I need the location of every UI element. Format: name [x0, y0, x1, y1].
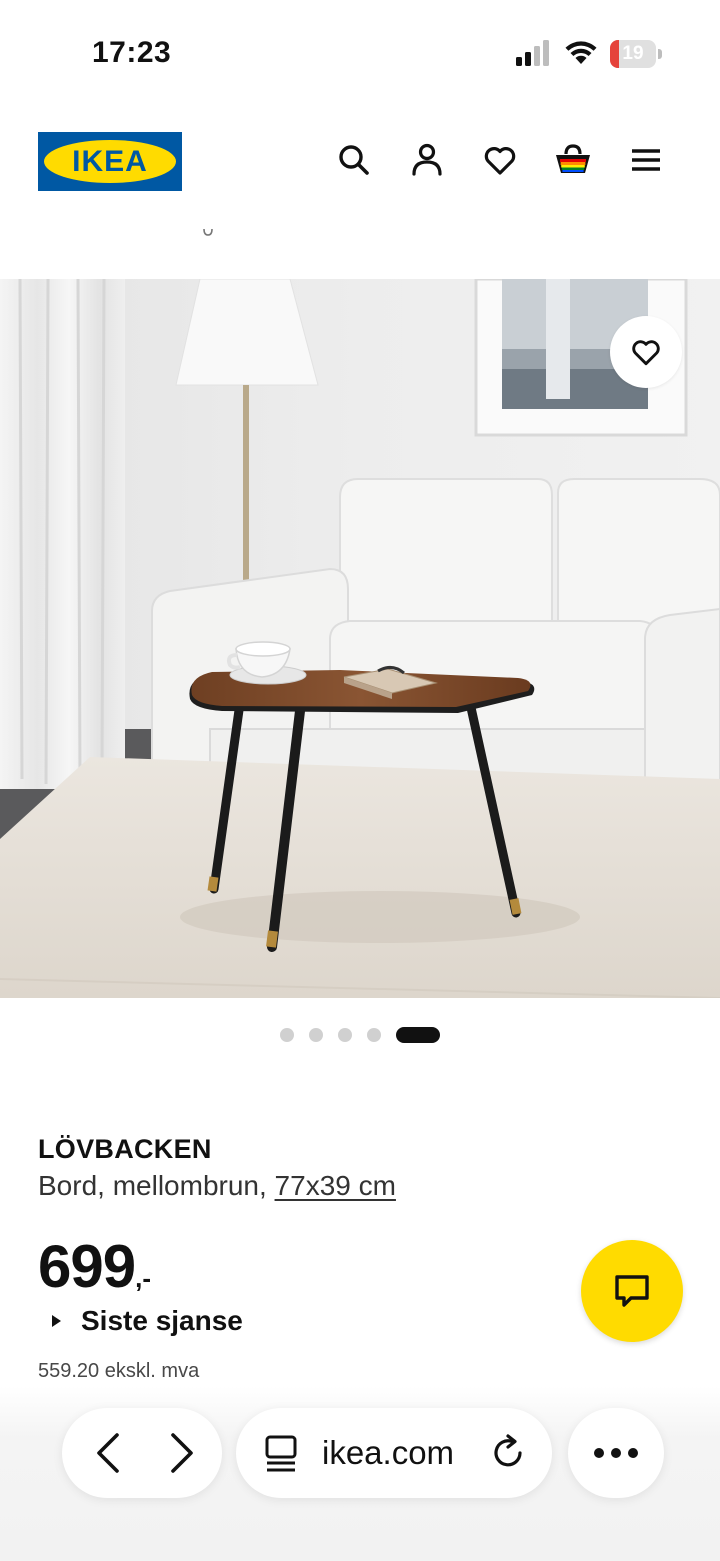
battery-icon: 19: [610, 40, 662, 68]
price-value: 699: [38, 1233, 136, 1300]
product-description-text: Bord, mellombrun,: [38, 1170, 275, 1201]
logo-text: IKEA: [72, 145, 148, 178]
ikea-logo[interactable]: IKEA: [38, 132, 182, 191]
reader-icon[interactable]: [258, 1408, 304, 1498]
product-name[interactable]: LÖVBACKEN: [38, 1134, 212, 1165]
shopping-bag-icon[interactable]: [553, 140, 593, 180]
carousel-dot-active[interactable]: [396, 1027, 440, 1043]
site-header: IKEA: [0, 100, 720, 212]
navigation-pill: [62, 1408, 222, 1498]
last-chance-toggle[interactable]: Siste sjanse: [52, 1305, 243, 1337]
browser-toolbar: ikea.com: [0, 1386, 720, 1561]
chat-icon: [615, 1275, 649, 1307]
url-text: ikea.com: [322, 1434, 455, 1471]
cellular-signal-icon: [516, 40, 552, 66]
carousel-dot[interactable]: [338, 1028, 352, 1042]
battery-percent: 19: [622, 43, 644, 64]
more-menu-button[interactable]: [568, 1408, 664, 1498]
product-photo: [0, 279, 720, 998]
breadcrumb-scrolled: [190, 224, 230, 236]
price-ex-vat: 559.20 ekskl. mva: [38, 1360, 200, 1382]
price-suffix: ,-: [135, 1263, 151, 1293]
forward-icon[interactable]: [152, 1408, 212, 1498]
carousel-dot[interactable]: [309, 1028, 323, 1042]
wishlist-button[interactable]: [610, 316, 682, 388]
caret-right-icon: [52, 1315, 61, 1327]
reload-icon[interactable]: [486, 1408, 534, 1498]
search-icon[interactable]: [334, 140, 374, 180]
product-description: Bord, mellombrun, 77x39 cm: [38, 1170, 396, 1202]
heart-icon[interactable]: [480, 140, 520, 180]
back-icon[interactable]: [78, 1408, 138, 1498]
more-icon[interactable]: [568, 1408, 664, 1498]
address-bar[interactable]: ikea.com: [236, 1408, 552, 1498]
carousel-dot[interactable]: [280, 1028, 294, 1042]
account-icon[interactable]: [407, 140, 447, 180]
menu-icon[interactable]: [626, 140, 666, 180]
heart-icon: [632, 340, 660, 366]
carousel-dot[interactable]: [367, 1028, 381, 1042]
last-chance-label: Siste sjanse: [81, 1305, 243, 1336]
product-measure-link[interactable]: 77x39 cm: [275, 1170, 396, 1201]
status-bar: 17:23 19: [0, 0, 720, 100]
chat-button[interactable]: [581, 1240, 683, 1342]
wifi-icon: [564, 38, 598, 66]
product-image[interactable]: [0, 279, 720, 998]
status-time: 17:23: [92, 36, 172, 69]
product-price: 699,-: [38, 1232, 151, 1300]
carousel-dots: [0, 1027, 720, 1043]
